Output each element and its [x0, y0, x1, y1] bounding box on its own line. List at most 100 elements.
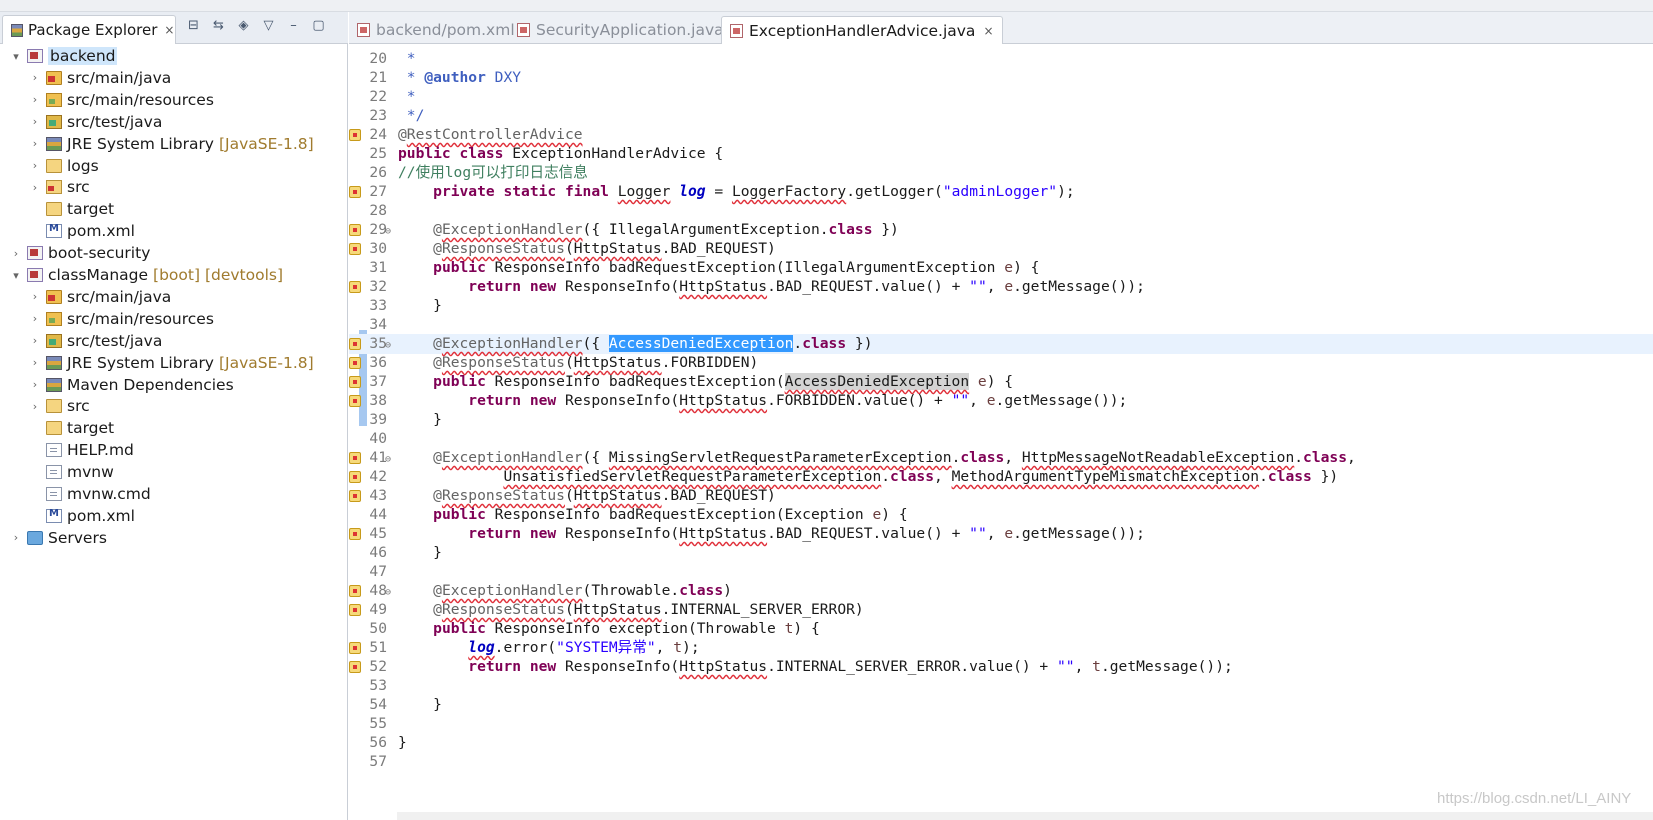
code-line[interactable]: 43 @ResponseStatus(HttpStatus.BAD_REQUES…	[349, 486, 1653, 506]
tree-item[interactable]: mvnw.cmd	[28, 483, 151, 505]
code-token: ResponseInfo badRequestException(Excepti…	[485, 506, 873, 523]
tree-item[interactable]: pom.xml	[28, 505, 135, 527]
tree-item[interactable]: › src/main/resources	[28, 89, 214, 111]
code-line[interactable]: 34	[349, 315, 1653, 335]
close-icon[interactable]: ×	[983, 24, 993, 38]
horizontal-scrollbar[interactable]	[397, 812, 1653, 820]
focus-icon[interactable]: ◈	[236, 19, 251, 33]
expanded-chevron-icon[interactable]: ▾	[9, 269, 23, 282]
code-line[interactable]: 42 UnsatisfiedServletRequestParameterExc…	[349, 467, 1653, 487]
code-line[interactable]: 50 public ResponseInfo exception(Throwab…	[349, 619, 1653, 639]
tree-item[interactable]: › src/main/java	[28, 67, 171, 89]
minimize-icon[interactable]: –	[286, 19, 301, 33]
collapsed-chevron-icon[interactable]: ›	[28, 400, 42, 413]
code-line[interactable]: 41 ⊖ @ExceptionHandler({ MissingServletRe…	[349, 448, 1653, 468]
code-area[interactable]: 20 * 21 * @author DXY 22 * 23 */24 @RestCont…	[349, 45, 1653, 820]
tree-item[interactable]: ▾ backend	[9, 45, 118, 67]
tree-item[interactable]: › src	[28, 395, 90, 417]
editor-tab[interactable]: backend/pom.xml	[349, 16, 523, 44]
code-line[interactable]: 53	[349, 676, 1653, 696]
tree-item-label: src/test/java	[67, 331, 163, 350]
code-line[interactable]: 56}	[349, 733, 1653, 753]
code-line[interactable]: 48 ⊖ @ExceptionHandler(Throwable.class)	[349, 581, 1653, 601]
tree-item[interactable]: HELP.md	[28, 439, 134, 461]
collapsed-chevron-icon[interactable]: ›	[9, 247, 23, 260]
code-line[interactable]: 46 }	[349, 543, 1653, 563]
editor-tab[interactable]: ExceptionHandlerAdvice.java ×	[721, 16, 1003, 44]
code-line[interactable]: 23 */	[349, 106, 1653, 126]
code-line[interactable]: 24 @RestControllerAdvice	[349, 125, 1653, 145]
code-text: return new ResponseInfo(HttpStatus.INTER…	[398, 657, 1232, 677]
editor-tab[interactable]: SecurityApplication.java	[509, 16, 732, 44]
collapsed-chevron-icon[interactable]: ›	[9, 531, 23, 544]
collapsed-chevron-icon[interactable]: ›	[28, 356, 42, 369]
tree-item[interactable]: › JRE System Library [JavaSE-1.8]	[28, 133, 314, 155]
collapsed-chevron-icon[interactable]: ›	[28, 93, 42, 106]
code-line[interactable]: 52 return new ResponseInfo(HttpStatus.IN…	[349, 657, 1653, 677]
close-icon[interactable]: ×	[164, 23, 174, 37]
collapsed-chevron-icon[interactable]: ›	[28, 290, 42, 303]
code-line[interactable]: 32 return new ResponseInfo(HttpStatus.BA…	[349, 277, 1653, 297]
view-menu-icon[interactable]: ▽	[261, 19, 276, 33]
collapsed-chevron-icon[interactable]: ›	[28, 378, 42, 391]
collapsed-chevron-icon[interactable]: ›	[28, 159, 42, 172]
resfolder-icon	[46, 311, 62, 326]
code-line[interactable]: 40	[349, 429, 1653, 449]
collapsed-chevron-icon[interactable]: ›	[28, 71, 42, 84]
tree-item[interactable]: target	[28, 417, 114, 439]
code-line[interactable]: 49 @ResponseStatus(HttpStatus.INTERNAL_S…	[349, 600, 1653, 620]
tree-item[interactable]: ▾ classManage [boot] [devtools]	[9, 264, 283, 286]
code-line[interactable]: 29 ⊖ @ExceptionHandler({ IllegalArgumentE…	[349, 220, 1653, 240]
tree-item[interactable]: mvnw	[28, 461, 114, 483]
link-with-editor-icon[interactable]: ⇆	[211, 19, 226, 33]
collapsed-chevron-icon[interactable]: ›	[28, 334, 42, 347]
tree-item[interactable]: › logs	[28, 155, 99, 177]
collapsed-chevron-icon[interactable]: ›	[28, 181, 42, 194]
tree-item[interactable]: › Maven Dependencies	[28, 374, 234, 396]
collapsed-chevron-icon[interactable]: ›	[28, 115, 42, 128]
code-line[interactable]: 25 public class ExceptionHandlerAdvice {	[349, 144, 1653, 164]
code-line[interactable]: 28	[349, 201, 1653, 221]
collapse-all-icon[interactable]: ⊟	[186, 19, 201, 33]
code-line[interactable]: 31 public ResponseInfo badRequestExcepti…	[349, 258, 1653, 278]
code-line[interactable]: 22 *	[349, 87, 1653, 107]
tree-item[interactable]: › src/test/java	[28, 111, 163, 133]
code-line[interactable]: 51 log.error("SYSTEM异常", t);	[349, 638, 1653, 658]
tree-item[interactable]: › src/main/java	[28, 286, 171, 308]
tree-item[interactable]: › JRE System Library [JavaSE-1.8]	[28, 352, 314, 374]
maximize-icon[interactable]: ▢	[311, 19, 326, 33]
code-line[interactable]: 54 }	[349, 695, 1653, 715]
line-number: 35	[369, 335, 387, 352]
code-line[interactable]: 39 }	[349, 410, 1653, 430]
collapsed-chevron-icon[interactable]: ›	[28, 312, 42, 325]
tree-item[interactable]: › boot-security	[9, 242, 151, 264]
collapsed-chevron-icon[interactable]: ›	[28, 137, 42, 150]
code-line[interactable]: 37 public ResponseInfo badRequestExcepti…	[349, 372, 1653, 392]
code-line[interactable]: 45 return new ResponseInfo(HttpStatus.BA…	[349, 524, 1653, 544]
tree-item-label: src/main/java	[67, 287, 172, 306]
code-token: HttpStatus	[679, 278, 768, 295]
code-line[interactable]: 27 private static final Logger log = Log…	[349, 182, 1653, 202]
code-line[interactable]: 47	[349, 562, 1653, 582]
code-line[interactable]: 44 public ResponseInfo badRequestExcepti…	[349, 505, 1653, 525]
tree-item[interactable]: › Servers	[9, 527, 107, 549]
code-line[interactable]: 30 @ResponseStatus(HttpStatus.BAD_REQUES…	[349, 239, 1653, 259]
code-line[interactable]: 36 @ResponseStatus(HttpStatus.FORBIDDEN)	[349, 353, 1653, 373]
tree-item[interactable]: › src/test/java	[28, 330, 163, 352]
tree-item[interactable]: target	[28, 198, 114, 220]
tab-package-explorer[interactable]: Package Explorer ×	[2, 15, 176, 44]
tree-item[interactable]: pom.xml	[28, 220, 135, 242]
code-line[interactable]: 21 * @author DXY	[349, 68, 1653, 88]
code-line[interactable]: 38 return new ResponseInfo(HttpStatus.FO…	[349, 391, 1653, 411]
code-line[interactable]: 26 //使用log可以打印日志信息	[349, 163, 1653, 183]
code-line[interactable]: 35 ⊖ @ExceptionHandler({ AccessDeniedExce…	[349, 334, 1653, 354]
code-line[interactable]: 33 }	[349, 296, 1653, 316]
tree-item[interactable]: › src	[28, 176, 90, 198]
tree-item[interactable]: › src/main/resources	[28, 308, 214, 330]
code-line[interactable]: 55	[349, 714, 1653, 734]
code-line[interactable]: 57	[349, 752, 1653, 772]
expanded-chevron-icon[interactable]: ▾	[9, 50, 23, 63]
code-line[interactable]: 20 *	[349, 49, 1653, 69]
